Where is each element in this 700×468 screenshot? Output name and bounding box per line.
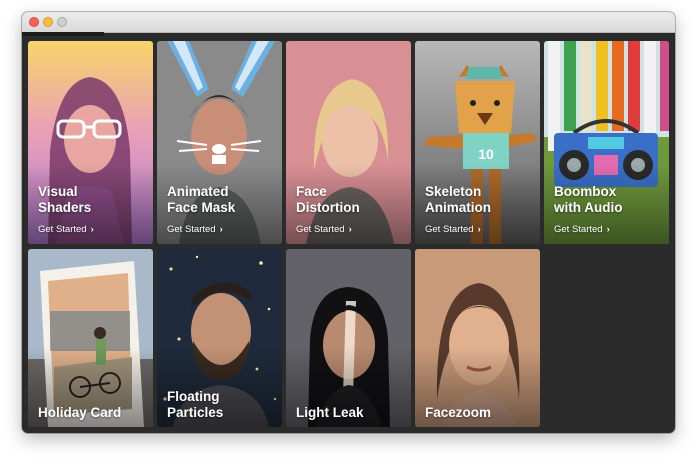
card-skeleton-animation[interactable]: 10 Skeleton Animation Get Started › bbox=[415, 41, 540, 244]
card-title: Floating Particles bbox=[167, 389, 224, 420]
title-bar bbox=[22, 12, 675, 33]
card-visual-shaders[interactable]: Visual Shaders Get Started › bbox=[28, 41, 153, 244]
card-title: Animated Face Mask bbox=[167, 184, 236, 215]
card-title: Facezoom bbox=[425, 405, 492, 420]
chevron-right-icon: › bbox=[90, 224, 94, 235]
card-title: Skeleton Animation bbox=[425, 184, 491, 215]
card-title: Visual Shaders bbox=[38, 184, 92, 215]
close-window-button[interactable] bbox=[29, 17, 39, 27]
toolbar-strip bbox=[22, 32, 104, 36]
get-started-link[interactable]: Get Started › bbox=[554, 224, 610, 235]
card-boombox-with-audio[interactable]: Boombox with Audio Get Started › bbox=[544, 41, 669, 244]
chevron-right-icon: › bbox=[348, 224, 352, 235]
get-started-link[interactable]: Get Started › bbox=[38, 224, 94, 235]
app-window: Visual Shaders Get Started › Animated Fa… bbox=[22, 12, 675, 433]
jersey-number: 10 bbox=[478, 146, 494, 162]
template-grid: Visual Shaders Get Started › Animated Fa… bbox=[26, 40, 671, 427]
get-started-link[interactable]: Get Started › bbox=[296, 224, 352, 235]
card-animated-face-mask[interactable]: Animated Face Mask Get Started › bbox=[157, 41, 282, 244]
card-light-leak[interactable]: Light Leak bbox=[286, 249, 411, 427]
card-title: Boombox with Audio bbox=[554, 184, 623, 215]
minimize-window-button[interactable] bbox=[43, 17, 53, 27]
chevron-right-icon: › bbox=[219, 224, 223, 235]
card-title: Holiday Card bbox=[38, 405, 122, 420]
chevron-right-icon: › bbox=[606, 224, 610, 235]
get-started-link[interactable]: Get Started › bbox=[167, 224, 223, 235]
chevron-right-icon: › bbox=[477, 224, 481, 235]
card-floating-particles[interactable]: Floating Particles bbox=[157, 249, 282, 427]
get-started-link[interactable]: Get Started › bbox=[425, 224, 481, 235]
card-title: Face Distortion bbox=[296, 184, 360, 215]
card-holiday-card[interactable]: Holiday Card bbox=[28, 249, 153, 427]
zoom-window-button[interactable] bbox=[57, 17, 67, 27]
card-title: Light Leak bbox=[296, 405, 364, 420]
card-face-distortion[interactable]: Face Distortion Get Started › bbox=[286, 41, 411, 244]
card-facezoom[interactable]: Facezoom bbox=[415, 249, 540, 427]
